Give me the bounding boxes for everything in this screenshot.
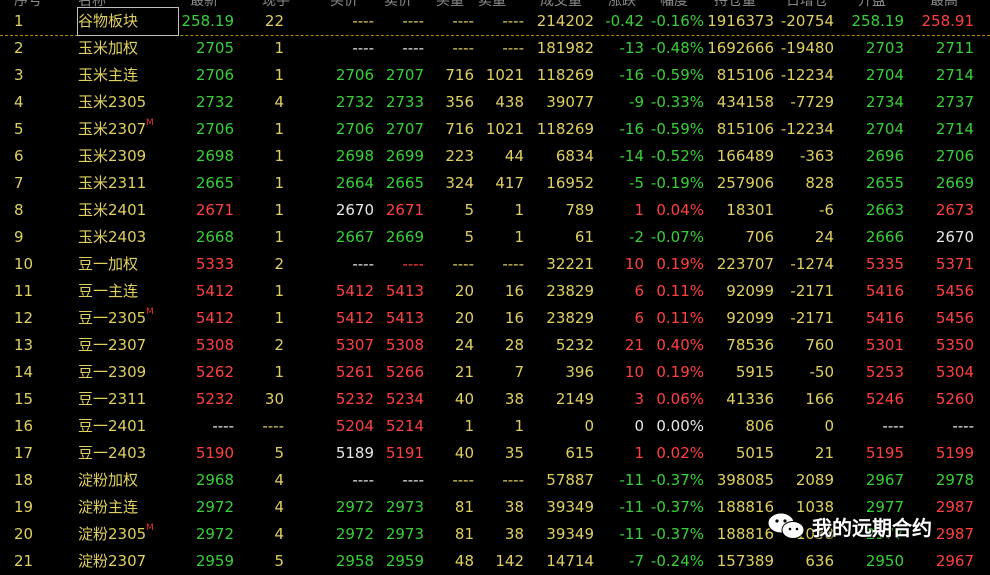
cell-volume: 2 (274, 336, 284, 354)
table-row[interactable]: 9 玉米2403 2668 1 2667 2669 5 1 61 -2 -0.07% 706 24 266… (0, 224, 990, 251)
cell-high: 2669 (935, 174, 974, 192)
row-index: 6 (14, 147, 24, 165)
row-index: 1 (14, 12, 24, 30)
table-row[interactable]: 15 豆一2311 5232 30 5232 5234 40 38 2149 3 0.06% 4133… (0, 386, 990, 413)
row-index: 4 (14, 93, 24, 111)
cell-volume: ---- (262, 417, 284, 435)
column-header: 序号 名称 最新 现手 买价 卖价 买量 卖量 成交量 涨跌 幅度 持仓量 日增仓 开盘 最高 (0, 0, 990, 9)
cell-high: 2714 (935, 120, 974, 138)
table-row[interactable]: 1 谷物板块 258.19 22 ---- ---- ---- ---- 214202 -0.42… (0, 7, 990, 36)
cell-volume: 1 (274, 66, 284, 84)
row-index: 14 (14, 363, 34, 381)
table-row[interactable]: 17 豆一2403 5190 5 5189 5191 40 35 615 1 0.02% 5015 21… (0, 440, 990, 467)
cell-volume: 22 (264, 12, 284, 30)
row-index: 12 (14, 309, 34, 327)
cell-high: 2714 (935, 66, 974, 84)
cell-volume: 1 (274, 174, 284, 192)
cell-volume: 2 (274, 255, 284, 273)
cell-volume: 4 (274, 525, 284, 543)
table-row[interactable]: 13 豆一2307 5308 2 5307 5308 24 28 5232 21 0.40% 7853… (0, 332, 990, 359)
cell-high: 2670 (935, 228, 974, 246)
table-row[interactable]: 12 豆一2305 M 5412 1 5412 5413 20 16 23829 6 0.11% 920… (0, 305, 990, 332)
cell-volume: 4 (274, 498, 284, 516)
table-row[interactable]: 16 豆一2401 ---- ---- 5204 5214 1 1 0 0 0.00% 806 0 ---… (0, 413, 990, 440)
cell-high: 5260 (935, 390, 974, 408)
cell-high: 2711 (935, 39, 974, 57)
cell-high: 5350 (935, 336, 974, 354)
table-row[interactable]: 11 豆一主连 5412 1 5412 5413 20 16 23829 6 0.11% 92099-… (0, 278, 990, 305)
watermark: 我的远期合约 (766, 508, 976, 544)
table-row[interactable]: 5 玉米2307 M 2706 1 2706 2707 716 1021 118269 -16 -0.… (0, 116, 990, 143)
cell-volume: 1 (274, 228, 284, 246)
cell-high: 258.91 (921, 12, 975, 30)
cell-volume: 4 (274, 471, 284, 489)
row-index: 20 (14, 525, 34, 543)
cell-volume: 1 (274, 147, 284, 165)
cell-volume: 5 (274, 444, 284, 462)
table-row[interactable]: 14 豆一2309 5262 1 5261 5266 21 7 396 10 0.19% 5915 -5… (0, 359, 990, 386)
row-index: 11 (14, 282, 34, 300)
row-index: 19 (14, 498, 34, 516)
row-index: 7 (14, 174, 24, 192)
cell-high: 5199 (935, 444, 974, 462)
row-index: 3 (14, 66, 24, 84)
cell-high: 5456 (935, 282, 974, 300)
cell-volume: 1 (274, 282, 284, 300)
watermark-text: 我的远期合约 (812, 516, 932, 540)
cell-volume: 1 (274, 120, 284, 138)
row-index: 5 (14, 120, 24, 138)
row-index: 10 (14, 255, 34, 273)
table-row[interactable]: 2 玉米加权 2705 1 ---- ---- ---- ---- 181982 -13 -0.48… (0, 35, 990, 62)
cell-volume: 1 (274, 201, 284, 219)
cell-volume: 1 (274, 363, 284, 381)
cell-high: 2673 (935, 201, 974, 219)
cell-high: 5371 (935, 255, 974, 273)
row-index: 15 (14, 390, 34, 408)
row-index: 9 (14, 228, 24, 246)
table-row[interactable]: 18 淀粉加权 2968 4 ---- ---- ---- ---- 57887 -11 -0.37… (0, 467, 990, 494)
table-row[interactable]: 8 玉米2401 2671 1 2670 2671 5 1 789 1 0.04% 18301 -6 26… (0, 197, 990, 224)
cell-volume: 1 (274, 309, 284, 327)
row-index: 17 (14, 444, 34, 462)
cell-volume: 4 (274, 93, 284, 111)
row-index: 16 (14, 417, 34, 435)
row-index: 18 (14, 471, 34, 489)
table-row[interactable]: 4 玉米2305 2732 4 2732 2733 356 438 39077 -9 -0.33% 4… (0, 89, 990, 116)
table-row[interactable]: 6 玉米2309 2698 1 2698 2699 223 44 6834 -14 -0.52% 16… (0, 143, 990, 170)
cell-volume: 1 (274, 39, 284, 57)
table-row[interactable]: 3 玉米主连 2706 1 2706 2707 716 1021 118269 -16 -0.59%… (0, 62, 990, 89)
table-row[interactable]: 10 豆一加权 5333 2 ---- ---- ---- ---- 32221 10 0.19% 2… (0, 251, 990, 278)
cell-high: 2706 (935, 147, 974, 165)
row-index: 13 (14, 336, 34, 354)
row-index: 2 (14, 39, 24, 57)
cell-high: 5456 (935, 309, 974, 327)
cell-high: ---- (952, 417, 974, 435)
cell-high: 2978 (935, 471, 974, 489)
wechat-icon (767, 512, 805, 539)
row-index: 8 (14, 201, 24, 219)
table-row[interactable]: 7 玉米2311 2665 1 2664 2665 324 417 16952 -5 -0.19% 2… (0, 170, 990, 197)
cell-high: 2737 (935, 93, 974, 111)
cell-high: 5304 (935, 363, 974, 381)
cell-volume: 30 (264, 390, 284, 408)
